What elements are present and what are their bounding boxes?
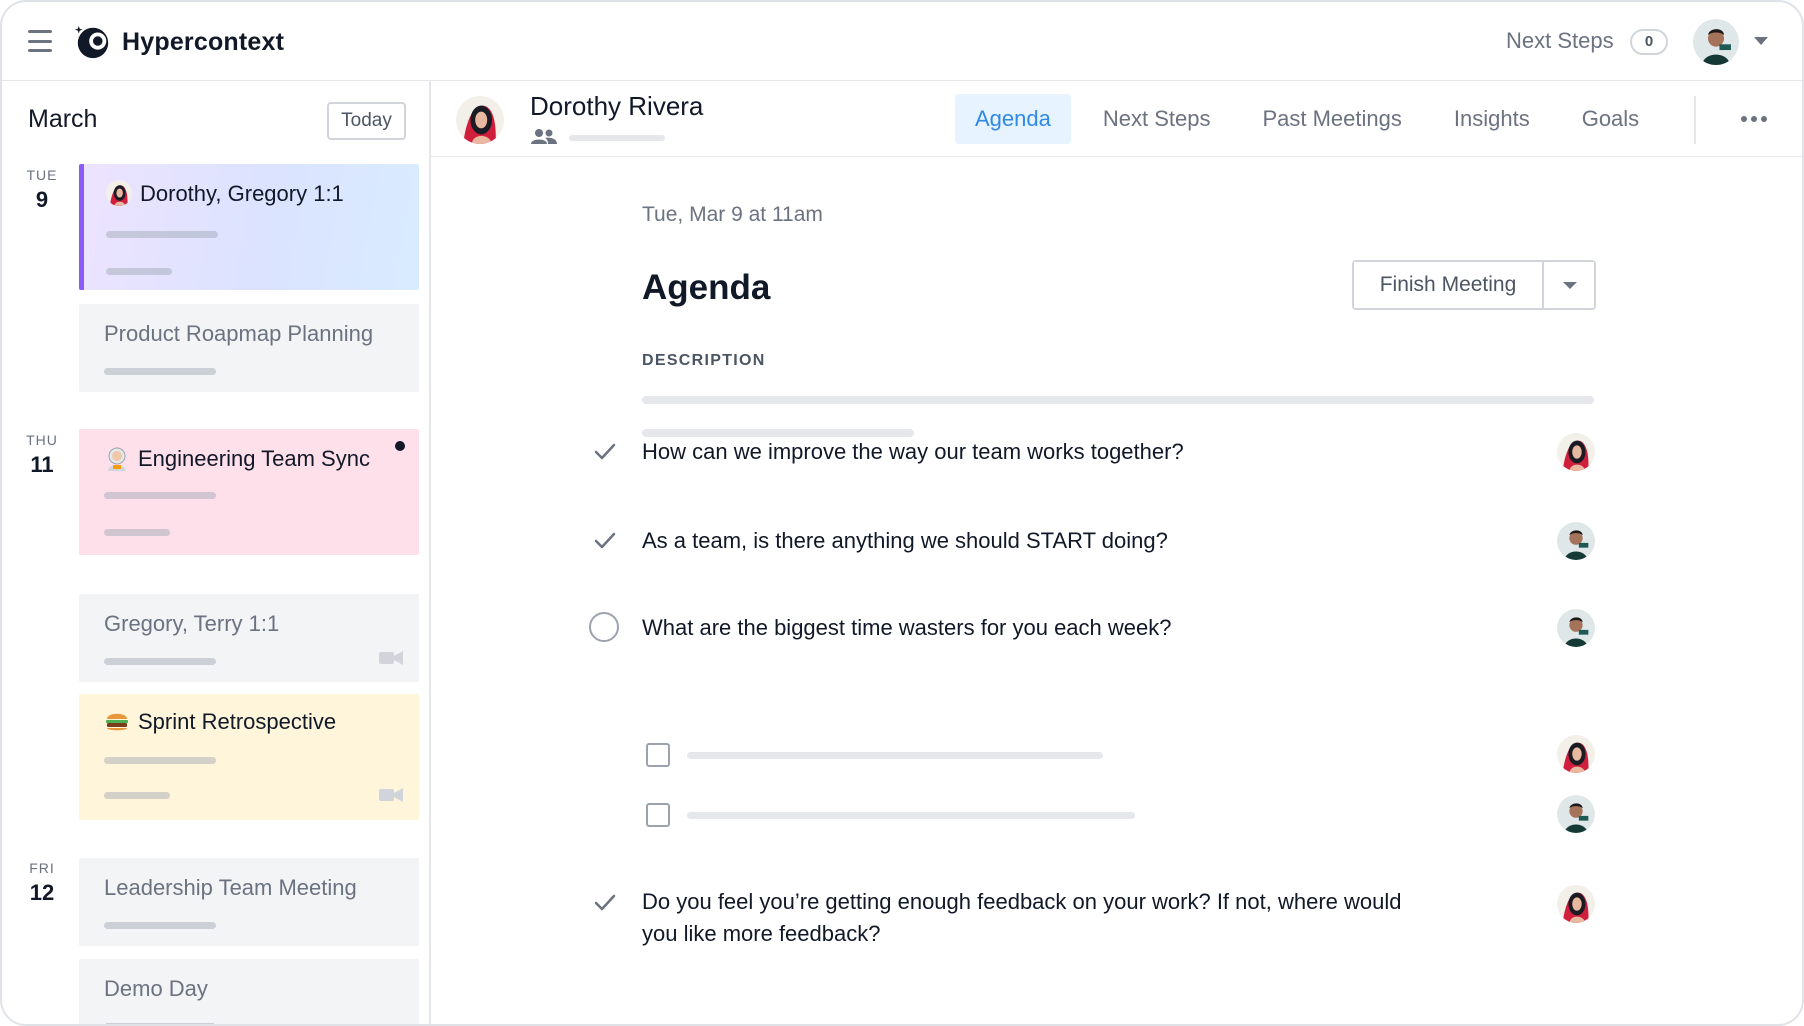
incomplete-circle-icon[interactable] [589, 612, 621, 644]
agenda-panel: Tue, Mar 9 at 11am Agenda Finish Meeting… [431, 157, 1802, 1024]
menu-icon[interactable] [28, 30, 52, 52]
agenda-item-text: Do you feel you’re getting enough feedba… [642, 889, 1402, 946]
app-window: Hypercontext Next Steps 0 March Today TU… [0, 0, 1804, 1026]
meeting-card[interactable]: Product Roapmap Planning [79, 304, 419, 392]
astronaut-emoji-icon [108, 447, 126, 471]
assignee-avatar[interactable] [1557, 735, 1595, 773]
meeting-card[interactable]: Leadership Team Meeting [79, 858, 419, 946]
unread-dot [395, 441, 405, 451]
placeholder-bar [104, 922, 216, 929]
meeting-card[interactable]: Gregory, Terry 1:1 [79, 594, 419, 682]
tab-goals[interactable]: Goals [1562, 94, 1659, 144]
agenda-item-text: What are the biggest time wasters for yo… [642, 615, 1172, 640]
video-camera-icon [379, 651, 403, 665]
day-header: TUE 9 [22, 167, 62, 213]
assignee-avatar[interactable] [1557, 609, 1595, 647]
placeholder-bar [104, 492, 216, 499]
check-icon[interactable] [589, 887, 621, 919]
tab-next-steps[interactable]: Next Steps [1083, 94, 1231, 144]
placeholder-bar [104, 529, 170, 536]
today-button[interactable]: Today [327, 102, 406, 140]
app-name: Hypercontext [122, 27, 285, 56]
person-avatar[interactable] [456, 96, 504, 144]
finish-meeting-button[interactable]: Finish Meeting [1354, 262, 1544, 308]
tab-past-meetings[interactable]: Past Meetings [1242, 94, 1421, 144]
tab-agenda[interactable]: Agenda [955, 94, 1071, 144]
meeting-tabs: Agenda Next Steps Past Meetings Insights… [955, 94, 1671, 144]
burger-emoji-icon [106, 713, 128, 731]
description-placeholder[interactable] [642, 396, 1594, 404]
placeholder-bar [687, 752, 1103, 759]
meeting-title: Dorothy, Gregory 1:1 [106, 180, 344, 207]
meeting-date: Tue, Mar 9 at 11am [642, 203, 823, 226]
day-number: 9 [35, 187, 49, 212]
page-title: Agenda [642, 268, 771, 307]
day-header: THU 11 [22, 432, 62, 478]
divider [1694, 96, 1696, 144]
day-of-week: THU [26, 432, 58, 448]
check-icon[interactable] [589, 525, 621, 557]
meeting-card-active[interactable]: Dorothy, Gregory 1:1 [79, 164, 419, 290]
subtask-row[interactable] [431, 735, 1802, 775]
assignee-avatar[interactable] [1557, 885, 1595, 923]
chevron-down-icon[interactable] [1544, 262, 1594, 308]
checkbox[interactable] [646, 803, 670, 827]
participant-avatar-icon [106, 180, 132, 206]
agenda-item-text: As a team, is there anything we should S… [642, 528, 1168, 553]
next-steps-link[interactable]: Next Steps [1506, 28, 1614, 54]
placeholder-bar [104, 792, 170, 799]
person-name: Dorothy Rivera [530, 91, 704, 121]
check-icon[interactable] [589, 436, 621, 468]
top-bar: Hypercontext Next Steps 0 [2, 2, 1802, 81]
assignee-avatar[interactable] [1557, 522, 1595, 560]
month-label: March [28, 105, 98, 133]
meeting-card[interactable]: Sprint Retrospective [79, 694, 419, 820]
meeting-title: Sprint Retrospective [104, 708, 336, 735]
day-number: 12 [29, 880, 55, 905]
placeholder-bar [569, 135, 665, 141]
meeting-header: Dorothy Rivera Agenda Next Steps Past Me… [431, 81, 1802, 157]
chevron-down-icon[interactable] [1754, 37, 1768, 45]
checkbox[interactable] [646, 743, 670, 767]
hypercontext-logo-icon [74, 25, 109, 59]
meeting-card[interactable]: Demo Day [79, 959, 419, 1024]
day-number: 11 [30, 452, 54, 477]
assignee-avatar[interactable] [1557, 795, 1595, 833]
app-logo[interactable]: Hypercontext [74, 22, 284, 62]
meeting-title: Demo Day [104, 976, 208, 1001]
description-label: DESCRIPTION [642, 352, 766, 369]
placeholder-bar [106, 268, 172, 275]
user-avatar[interactable] [1693, 19, 1739, 65]
agenda-item-text: How can we improve the way our team work… [642, 439, 1184, 464]
tab-insights[interactable]: Insights [1434, 94, 1550, 144]
people-icon [531, 129, 557, 144]
placeholder-bar [106, 231, 218, 238]
video-camera-icon [379, 788, 403, 802]
more-options-icon[interactable] [1741, 116, 1771, 122]
day-header: FRI 12 [22, 860, 62, 906]
placeholder-bar [687, 812, 1135, 819]
meeting-title: Leadership Team Meeting [104, 875, 357, 900]
meeting-title: Engineering Team Sync [104, 445, 370, 472]
next-steps-count-badge: 0 [1630, 29, 1668, 55]
day-of-week: FRI [29, 860, 55, 876]
placeholder-bar [104, 757, 216, 764]
meeting-card[interactable]: Engineering Team Sync [79, 429, 419, 555]
assignee-avatar[interactable] [1557, 433, 1595, 471]
meetings-sidebar: March Today TUE 9 THU 11 FRI 12 Dorothy,… [2, 81, 431, 1024]
placeholder-bar [104, 658, 216, 665]
day-of-week: TUE [26, 167, 58, 183]
finish-meeting-split-button: Finish Meeting [1352, 260, 1596, 310]
subtask-row[interactable] [431, 795, 1802, 835]
meeting-title: Product Roapmap Planning [104, 321, 374, 346]
meeting-title: Gregory, Terry 1:1 [104, 611, 280, 636]
placeholder-bar [104, 368, 216, 375]
